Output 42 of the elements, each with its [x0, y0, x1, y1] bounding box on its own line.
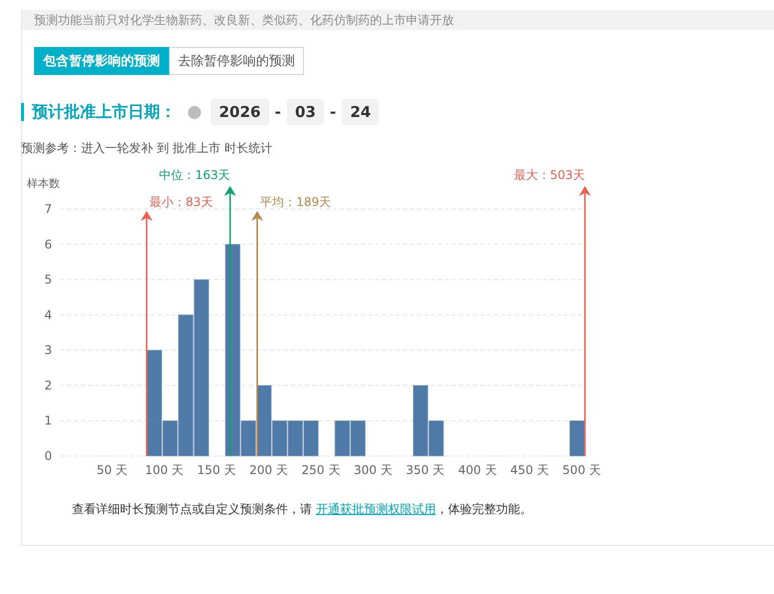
y-tick-label: 1 — [44, 414, 52, 428]
histogram-bar — [303, 420, 319, 456]
x-tick-label: 300 天 — [354, 463, 392, 477]
y-tick-label: 4 — [44, 308, 52, 322]
y-tick-label: 2 — [44, 378, 52, 392]
heading-accent-bar — [21, 103, 24, 121]
section-heading: 预计批准上市日期： — [32, 102, 176, 122]
x-tick-label: 250 天 — [302, 463, 340, 477]
y-tick-label: 6 — [44, 237, 52, 252]
y-tick-label: 5 — [44, 272, 52, 287]
histogram-bar — [288, 420, 303, 456]
marker-label: 中位：163天 — [159, 168, 230, 182]
marker-label: 最小：83天 — [150, 195, 213, 209]
histogram-bar — [350, 420, 366, 456]
reference-text: 预测参考：进入一轮发补 到 批准上市 时长统计 — [21, 141, 272, 155]
marker-label: 最大：503天 — [514, 168, 585, 182]
axis-title: 样本数 — [27, 177, 60, 190]
x-tick-label: 500 天 — [562, 463, 602, 477]
y-tick-label: 3 — [44, 343, 52, 358]
date-field: 24 — [342, 99, 379, 125]
date-separator: - — [274, 103, 281, 121]
x-tick-label: 450 天 — [510, 463, 549, 477]
x-tick-label: 350 天 — [406, 463, 445, 477]
x-tick-label: 100 天 — [145, 463, 184, 477]
y-tick-label: 7 — [44, 202, 52, 216]
tab[interactable]: 去除暂停影响的预测 — [169, 47, 304, 75]
footer-note: 查看详细时长预测节点或自定义预测条件，请 开通获批预测权限试用，体验完整功能。 — [72, 501, 533, 518]
x-tick-label: 150 天 — [197, 463, 236, 477]
histogram-bar — [569, 420, 585, 456]
trial-link[interactable]: 开通获批预测权限试用 — [316, 502, 436, 516]
marker-label: 平均：189天 — [260, 195, 332, 209]
tab[interactable]: 包含暂停影响的预测 — [34, 47, 169, 75]
date-separator: - — [330, 103, 336, 121]
notice-bar: 预测功能当前只对化学生物新药、改良新、类似药、化药仿制药的上市申请开放 — [22, 10, 774, 30]
x-tick-label: 50 天 — [96, 463, 128, 477]
x-tick-label: 200 天 — [249, 463, 288, 477]
y-tick-label: 0 — [44, 449, 52, 463]
x-tick-label: 400 天 — [458, 463, 497, 477]
date-field: 03 — [286, 99, 324, 125]
help-icon[interactable] — [188, 106, 201, 118]
histogram-bar — [334, 420, 350, 456]
date-field: 2026 — [211, 99, 269, 125]
